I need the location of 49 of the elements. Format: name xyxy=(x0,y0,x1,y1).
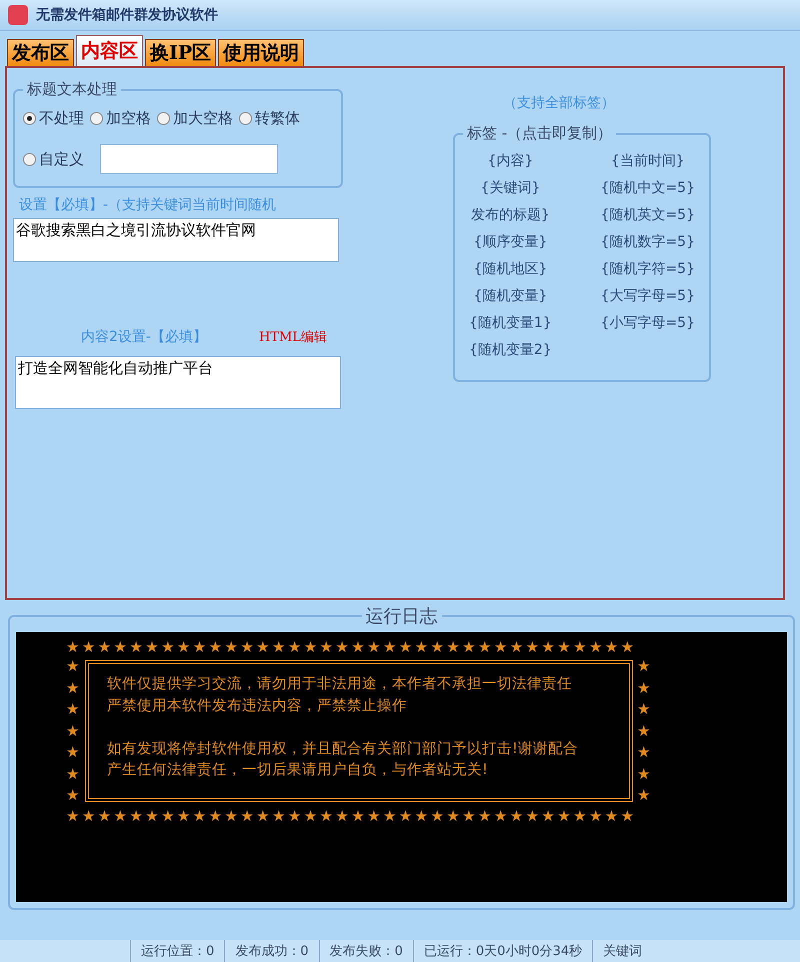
radio-option[interactable]: 不处理 xyxy=(23,109,84,128)
group-title: 标签 -（点击即复制） xyxy=(466,124,614,143)
tag-item[interactable]: {大写字母=5} xyxy=(600,286,695,305)
tag-item[interactable]: {随机地区} xyxy=(473,259,548,278)
log-line: 严禁使用本软件发布违法内容，严禁禁止操作 xyxy=(107,696,408,716)
tag-item[interactable]: {随机变量} xyxy=(473,286,548,305)
text-area[interactable]: 谷歌搜索黑白之境引流协议软件官网 xyxy=(13,218,339,262)
field-label: 设置【必填】-（支持关键词当前时间随机 xyxy=(19,196,278,214)
status-field: 关键词 xyxy=(592,940,652,962)
status-field: 发布失败：0 xyxy=(318,940,413,962)
status-field: 发布成功：0 xyxy=(224,940,319,962)
tab[interactable]: 使用说明 xyxy=(218,39,304,66)
tag-item[interactable]: {关键词} xyxy=(480,178,540,197)
radio-option[interactable]: 加大空格 xyxy=(157,109,233,128)
window-title: 无需发件箱邮件群发协议软件 xyxy=(36,6,218,24)
status-field: 运行位置：0 xyxy=(130,940,224,962)
star-column: ★★★★★★★ xyxy=(66,656,81,806)
tab[interactable]: 内容区 xyxy=(76,35,143,66)
status-field: 已运行：0天0小时0分34秒 xyxy=(412,940,592,962)
html-edit-link[interactable]: HTML编辑 xyxy=(258,328,327,346)
tag-note: （支持全部标签） xyxy=(503,94,616,112)
radio-option[interactable]: 转繁体 xyxy=(239,109,300,128)
tag-item[interactable]: {随机字符=5} xyxy=(600,259,695,278)
tag-item[interactable]: {小写字母=5} xyxy=(600,313,695,332)
star-column: ★★★★★★★ xyxy=(637,656,652,806)
star-row-text: ★★★★★★★★★★★★★★★★★★★★★★★★★★★★★★★★★★★★ xyxy=(66,638,638,656)
tag-item[interactable]: {顺序变量} xyxy=(473,232,548,251)
star-row-text: ★★★★★★★★★★★★★★★★★★★★★★★★★★★★★★★★★★★★ xyxy=(66,806,638,824)
tab[interactable]: 发布区 xyxy=(7,39,74,66)
tag-item[interactable]: {内容} xyxy=(487,151,534,170)
tag-item[interactable]: {随机变量2} xyxy=(469,340,552,359)
log-line: 产生任何法律责任，一切后果请用户自负，与作者站无关! xyxy=(107,761,489,780)
group-title: 标题文本处理 xyxy=(26,80,118,99)
tag-item[interactable]: 发布的标题} xyxy=(470,205,550,224)
radio-option[interactable]: 加空格 xyxy=(90,109,151,128)
log-line: 软件仅提供学习交流，请勿用于非法用途，本作者不承担一切法律责任 xyxy=(107,674,573,694)
text-area[interactable]: 打造全网智能化自动推广平台 xyxy=(15,356,341,409)
radio-option[interactable]: 自定义 xyxy=(23,150,84,168)
field-label: 内容2设置-【必填】 xyxy=(81,328,207,346)
log-line: 如有发现将停封软件使用权，并且配合有关部门部门予以打击!谢谢配合 xyxy=(107,740,579,758)
tag-item[interactable]: {随机中文=5} xyxy=(600,178,695,197)
tag-item[interactable]: {随机变量1} xyxy=(469,313,552,332)
group-title: 运行日志 xyxy=(364,605,438,628)
tag-item[interactable]: {随机英文=5} xyxy=(600,205,695,224)
tag-item[interactable]: {随机数字=5} xyxy=(600,232,695,251)
tag-item[interactable]: {当前时间} xyxy=(610,151,685,170)
input-field[interactable] xyxy=(100,144,278,174)
app-icon xyxy=(8,5,28,25)
tab[interactable]: 换IP区 xyxy=(145,39,216,66)
